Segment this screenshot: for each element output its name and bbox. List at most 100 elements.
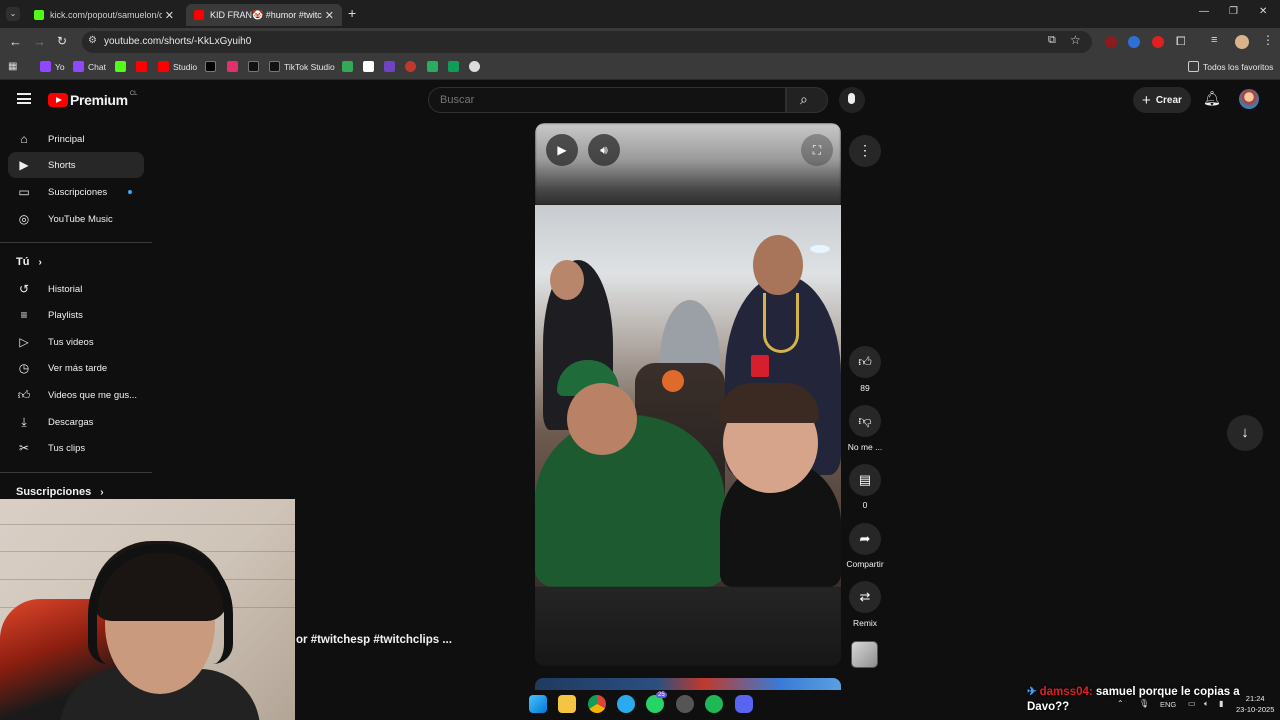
sidebar-item-descargas[interactable]: ⤓ Descargas bbox=[8, 409, 144, 435]
new-tab-button[interactable]: + bbox=[348, 5, 356, 21]
instagram-icon bbox=[227, 61, 238, 72]
audio-source-thumbnail[interactable] bbox=[851, 641, 878, 668]
search-input[interactable] bbox=[428, 87, 786, 113]
reload-icon[interactable]: ↻ bbox=[57, 34, 67, 48]
sidebar-subscriptions-heading[interactable]: Suscripciones › bbox=[16, 486, 104, 498]
like-button[interactable]: 👍︎ bbox=[849, 346, 881, 378]
extension-record-icon[interactable] bbox=[1152, 36, 1164, 48]
bookmark-yo[interactable]: Yo bbox=[40, 61, 65, 72]
telegram-icon[interactable] bbox=[617, 695, 635, 713]
battery-icon[interactable]: ▮ bbox=[1219, 699, 1223, 708]
play-button[interactable]: ▶ bbox=[546, 134, 578, 166]
bookmark-chat[interactable]: Chat bbox=[73, 61, 106, 72]
bookmark-tiktok-studio[interactable]: TikTok Studio bbox=[269, 61, 335, 72]
comments-button[interactable]: ▤ bbox=[849, 464, 881, 496]
clock-time: 21:24 bbox=[1245, 694, 1265, 703]
discord-icon[interactable] bbox=[735, 695, 753, 713]
tab-search-icon[interactable]: ⌄ bbox=[6, 7, 20, 21]
all-bookmarks[interactable]: Todos los favoritos bbox=[1188, 61, 1273, 72]
dislike-button[interactable]: 👎︎ bbox=[849, 405, 881, 437]
sidebar-you-heading[interactable]: Tú › bbox=[16, 256, 42, 268]
sidebar-item-tus-videos[interactable]: ▷ Tus videos bbox=[8, 329, 144, 355]
bookmark-item[interactable] bbox=[363, 61, 378, 72]
bookmark-star-icon[interactable]: ☆ bbox=[1070, 33, 1081, 47]
bookmark-x[interactable] bbox=[205, 61, 220, 72]
app-icon[interactable] bbox=[676, 695, 694, 713]
next-short-button[interactable]: ↓ bbox=[1227, 415, 1263, 451]
file-explorer-icon[interactable] bbox=[558, 695, 576, 713]
home-icon: ⌂ bbox=[20, 132, 28, 146]
tab-close-icon[interactable]: ✕ bbox=[165, 9, 174, 22]
short-video-player[interactable]: ▶ 🔊︎ ⛶ bbox=[535, 123, 841, 666]
site-info-icon[interactable]: ⚙ bbox=[88, 35, 97, 46]
search-button[interactable]: ⌕ bbox=[786, 87, 828, 113]
bookmark-youtube[interactable] bbox=[136, 61, 151, 72]
sidebar-item-suscripciones[interactable]: ▭ Suscripciones bbox=[8, 179, 144, 205]
bookmark-item[interactable] bbox=[384, 61, 399, 72]
notifications-bell-icon[interactable]: 🔔︎ bbox=[1203, 90, 1221, 107]
sidebar-item-ver-mas-tarde[interactable]: ◷ Ver más tarde bbox=[8, 355, 144, 381]
bookmark-sheets[interactable] bbox=[448, 61, 463, 72]
bookmarks-bar: ▦ Yo Chat Studio TikTok Studio Todos los… bbox=[0, 56, 1280, 80]
fullscreen-button[interactable]: ⛶ bbox=[801, 134, 833, 166]
sidebar-item-youtube-music[interactable]: ◎ YouTube Music bbox=[8, 206, 144, 232]
account-avatar[interactable] bbox=[1239, 89, 1259, 109]
bookmark-instagram[interactable] bbox=[227, 61, 242, 72]
sidebar-item-playlists[interactable]: ≡ Playlists bbox=[8, 302, 144, 328]
whatsapp-badge: 25 bbox=[656, 692, 667, 698]
extensions-puzzle-icon[interactable]: ⧠ bbox=[1176, 34, 1186, 49]
media-controls-icon[interactable]: ≡ bbox=[1211, 34, 1217, 46]
share-button[interactable]: ➦ bbox=[849, 523, 881, 555]
windows-start-icon[interactable] bbox=[529, 695, 547, 713]
youtube-logo-icon bbox=[48, 93, 68, 107]
menu-hamburger-icon[interactable] bbox=[17, 93, 31, 104]
sidebar-item-shorts[interactable]: ▶ Shorts bbox=[8, 152, 144, 178]
profile-avatar[interactable] bbox=[1235, 35, 1249, 49]
language-indicator[interactable]: ENG bbox=[1160, 700, 1176, 709]
forward-arrow-icon[interactable]: → bbox=[33, 34, 46, 49]
browser-menu-icon[interactable]: ⋮ bbox=[1262, 33, 1274, 47]
minimize-button[interactable]: — bbox=[1199, 6, 1209, 17]
browser-tab-youtube[interactable]: KID FRAN🤡 #humor #twitches ✕ bbox=[186, 4, 342, 26]
url-text[interactable]: youtube.com/shorts/-KkLxGyuih0 bbox=[104, 36, 251, 47]
apps-grid-icon[interactable]: ▦ bbox=[8, 61, 17, 72]
install-app-icon[interactable]: ⧉ bbox=[1048, 34, 1056, 47]
sidebar-item-principal[interactable]: ⌂ Principal bbox=[8, 126, 144, 152]
bookmark-icon bbox=[427, 61, 438, 72]
bookmark-kick[interactable] bbox=[115, 61, 130, 72]
taskbar-clock[interactable]: 21:24 23-10-2025 bbox=[1236, 693, 1274, 715]
sidebar-item-liked-videos[interactable]: 👍︎ Videos que me gus... bbox=[8, 382, 144, 408]
playlists-icon: ≡ bbox=[20, 308, 28, 322]
sidebar-item-historial[interactable]: ↺ Historial bbox=[8, 276, 144, 302]
clock-date: 23-10-2025 bbox=[1236, 705, 1275, 714]
bookmark-tiktok[interactable] bbox=[248, 61, 263, 72]
tray-chevron-up-icon[interactable]: ⌃ bbox=[1117, 699, 1124, 708]
network-icon[interactable]: ▭ bbox=[1188, 699, 1196, 708]
voice-search-button[interactable] bbox=[839, 87, 865, 113]
sidebar-item-tus-clips[interactable]: ✂ Tus clips bbox=[8, 435, 144, 461]
microphone-icon[interactable]: 🎙︎ bbox=[1139, 699, 1149, 708]
maximize-button[interactable]: ❐ bbox=[1229, 6, 1238, 17]
bookmark-item[interactable] bbox=[427, 61, 442, 72]
short-caption[interactable]: or #twitchesp #twitchclips ... bbox=[296, 634, 452, 646]
next-short-preview[interactable] bbox=[535, 678, 841, 690]
bookmark-drive[interactable] bbox=[342, 61, 357, 72]
speaker-icon[interactable]: 🔈︎ bbox=[1204, 699, 1209, 709]
volume-button[interactable]: 🔊︎ bbox=[588, 134, 620, 166]
youtube-premium-logo[interactable]: Premium CL bbox=[48, 91, 137, 108]
omnibox[interactable]: ⚙ youtube.com/shorts/-KkLxGyuih0 ⧉ ☆ bbox=[82, 31, 1092, 53]
remix-button[interactable]: ⇄ bbox=[849, 581, 881, 613]
more-options-button[interactable]: ⋮ bbox=[849, 135, 881, 167]
back-arrow-icon[interactable]: ← bbox=[9, 34, 22, 49]
create-button[interactable]: + Crear bbox=[1133, 87, 1191, 113]
bookmark-item[interactable] bbox=[405, 61, 420, 72]
browser-tab-kick[interactable]: kick.com/popout/samuelon/cha ✕ bbox=[26, 4, 182, 26]
spotify-icon[interactable] bbox=[705, 695, 723, 713]
tab-close-icon[interactable]: ✕ bbox=[325, 9, 334, 22]
bookmark-item[interactable] bbox=[469, 61, 484, 72]
extension-audio-icon[interactable] bbox=[1128, 36, 1140, 48]
close-window-button[interactable]: ✕ bbox=[1259, 6, 1267, 17]
extension-icon[interactable] bbox=[1105, 36, 1117, 48]
bookmark-studio[interactable]: Studio bbox=[158, 61, 197, 72]
chrome-icon[interactable] bbox=[588, 695, 606, 713]
